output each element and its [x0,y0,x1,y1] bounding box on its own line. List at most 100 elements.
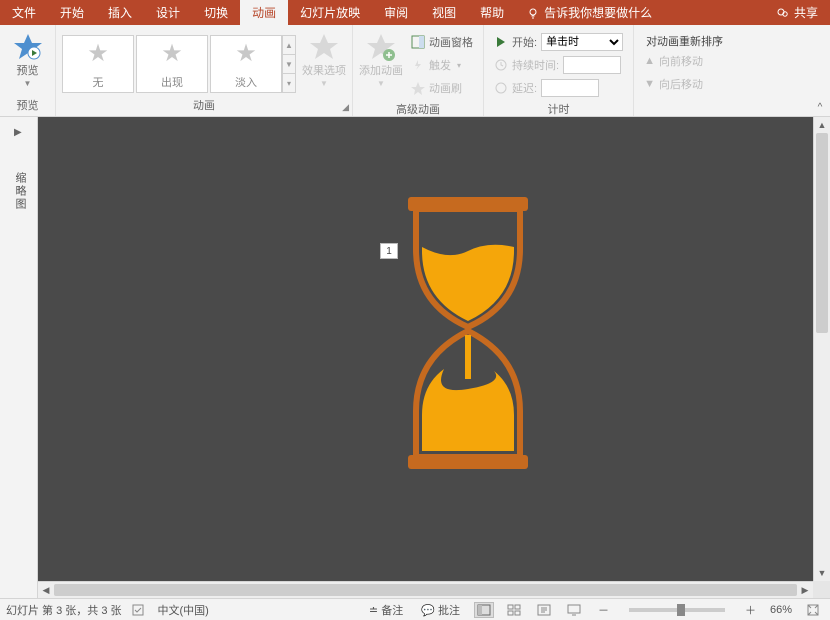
group-reorder: 对动画重新排序 ▲ 向前移动 ▼ 向后移动 [634,25,830,116]
fit-window-icon[interactable] [802,603,824,617]
move-earlier-button[interactable]: ▲ 向前移动 [640,50,729,72]
horizontal-scrollbar[interactable]: ◀ ▶ [38,581,813,598]
ribbon-tabs: 文件 开始 插入 设计 切换 动画 幻灯片放映 审阅 视图 帮助 告诉我你想要做… [0,0,830,25]
workspace: ▶ 缩略图 1 [0,117,830,598]
anim-appear[interactable]: ★ 出现 [136,35,208,93]
later-label: 向后移动 [659,76,703,92]
anim-none-label: 无 [93,74,104,90]
move-later-button[interactable]: ▼ 向后移动 [640,73,729,95]
zoom-level[interactable]: 66% [770,604,792,616]
share-label: 共享 [794,4,818,21]
thumbnail-pane-label: 缩略图 [12,172,28,211]
preview-star-icon [12,31,44,63]
tab-review[interactable]: 审阅 [372,0,420,25]
hourglass-top-bulb [408,209,528,329]
share-button[interactable]: 共享 [764,0,830,25]
tab-help[interactable]: 帮助 [468,0,516,25]
tab-transitions[interactable]: 切换 [192,0,240,25]
delay-row: 延迟: [490,77,627,99]
expand-thumbnails-icon[interactable]: ▶ [14,127,22,138]
pane-icon [411,35,425,49]
normal-view-icon[interactable] [474,602,494,618]
painter-icon [411,81,425,95]
zoom-in-button[interactable]: ＋ [741,602,760,618]
pane-label: 动画窗格 [429,34,473,50]
delay-input[interactable] [541,79,599,97]
scroll-right-icon[interactable]: ▶ [797,582,813,598]
trigger-label: 触发 [429,57,451,73]
tab-insert[interactable]: 插入 [96,0,144,25]
spellcheck-icon[interactable] [132,603,148,617]
hourglass-shape[interactable]: 1 [408,197,528,469]
trigger-icon [411,58,425,72]
star-icon: ★ [87,39,109,68]
group-animation: ★ 无 ★ 出现 ★ 淡入 ▲ ▼ ▾ [56,25,353,116]
tell-me-label: 告诉我你想要做什么 [544,4,652,21]
scroll-down-icon[interactable]: ▼ [814,565,830,581]
language-button[interactable]: 中文(中国) [158,602,209,618]
gallery-down-icon[interactable]: ▼ [283,55,295,74]
preview-label: 预览 [17,65,39,77]
duration-input[interactable] [563,56,621,74]
anim-appear-label: 出现 [161,74,183,90]
zoom-slider[interactable] [629,608,725,612]
slide-canvas-wrap: 1 ▲ [38,117,830,598]
add-animation-button[interactable]: 添加动画 ▼ [359,29,403,88]
group-timing: 开始: 单击时 持续时间: 延迟: 计时 [484,25,634,116]
star-icon: ★ [161,39,183,68]
scroll-left-icon[interactable]: ◀ [38,582,54,598]
duration-label: 持续时间: [512,57,559,73]
zoom-out-button[interactable]: － [594,602,613,618]
down-arrow-icon: ▼ [644,78,655,90]
scroll-up-icon[interactable]: ▲ [814,117,830,133]
hourglass-bottom-bulb [408,329,528,457]
add-anim-label: 添加动画 [359,65,403,77]
start-label: 开始: [512,34,537,50]
star-icon: ★ [235,39,257,68]
tab-file[interactable]: 文件 [0,0,48,25]
scroll-h-thumb[interactable] [54,584,797,596]
anim-none[interactable]: ★ 无 [62,35,134,93]
reading-view-icon[interactable] [534,602,554,618]
comments-button[interactable]: 💬 批注 [417,602,464,618]
tab-design[interactable]: 设计 [144,0,192,25]
share-icon [776,6,790,20]
sorter-view-icon[interactable] [504,602,524,618]
collapse-ribbon-icon[interactable]: ^ [814,101,826,113]
delay-label: 延迟: [512,80,537,96]
status-bar: 幻灯片 第 3 张，共 3 张 中文(中国) ≐ 备注 💬 批注 － ＋ 66% [0,598,830,620]
tell-me-search[interactable]: 告诉我你想要做什么 [516,0,662,25]
trigger-button[interactable]: 触发▾ [407,54,477,76]
preview-button[interactable]: 预览 ▼ [6,29,49,88]
tab-view[interactable]: 视图 [420,0,468,25]
slide-canvas[interactable]: 1 [38,117,813,581]
group-label-animation: 动画 [193,100,215,112]
vertical-scrollbar[interactable]: ▲ ▼ [813,117,830,581]
anim-fade[interactable]: ★ 淡入 [210,35,282,93]
tab-slideshow[interactable]: 幻灯片放映 [288,0,372,25]
animation-painter-button[interactable]: 动画刷 [407,77,477,99]
animation-pane-button[interactable]: 动画窗格 [407,31,477,53]
anim-fade-label: 淡入 [235,74,257,90]
animation-gallery[interactable]: ★ 无 ★ 出现 ★ 淡入 [62,29,282,93]
start-select[interactable]: 单击时 [541,33,623,51]
slide-counter[interactable]: 幻灯片 第 3 张，共 3 张 [6,602,122,618]
zoom-slider-thumb[interactable] [677,604,685,616]
play-icon [494,35,508,49]
group-label-preview: 预览 [0,95,55,116]
effect-options-label: 效果选项 [302,65,346,77]
tab-home[interactable]: 开始 [48,0,96,25]
gallery-up-icon[interactable]: ▲ [283,36,295,55]
earlier-label: 向前移动 [659,53,703,69]
thumbnail-pane[interactable]: ▶ 缩略图 [0,117,38,598]
gallery-more-icon[interactable]: ▾ [283,74,295,92]
tab-animations[interactable]: 动画 [240,0,288,25]
animation-order-tag[interactable]: 1 [380,243,398,259]
slideshow-view-icon[interactable] [564,602,584,618]
gallery-scroll[interactable]: ▲ ▼ ▾ [282,35,296,93]
reorder-title: 对动画重新排序 [640,31,729,49]
scroll-v-thumb[interactable] [816,133,828,333]
notes-button[interactable]: ≐ 备注 [365,602,407,618]
effect-options-button[interactable]: 效果选项 ▼ [302,29,346,88]
anim-launcher-icon[interactable]: ◢ [342,102,349,113]
